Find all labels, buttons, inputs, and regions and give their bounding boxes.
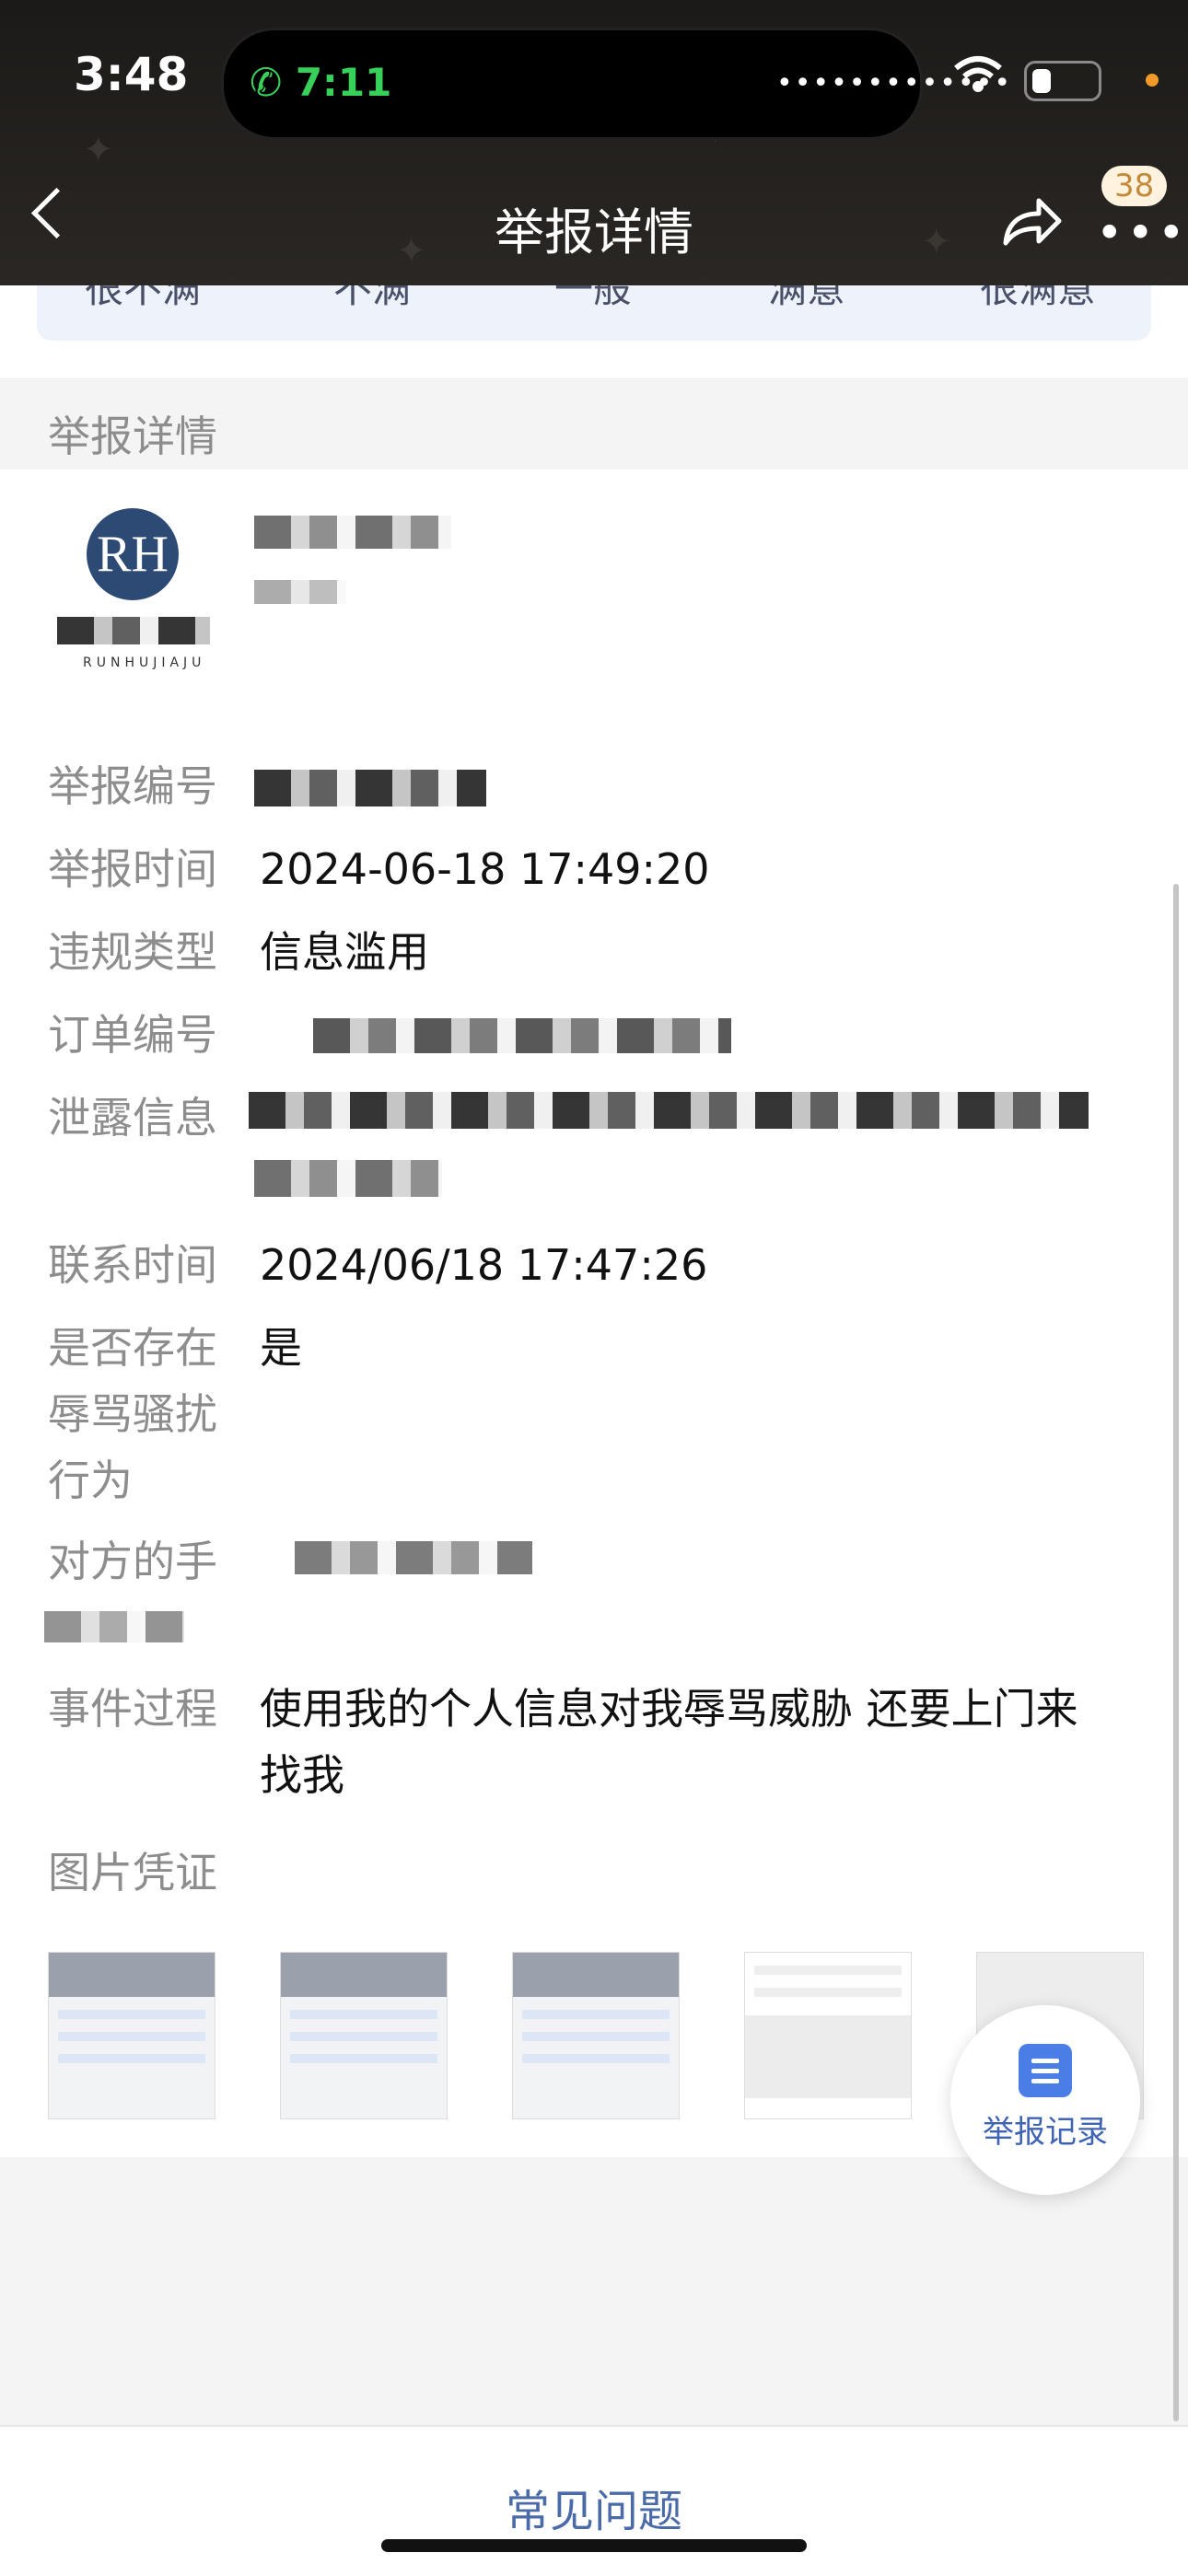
detail-label: 是否存在辱骂骚扰行为 [48,1323,217,1505]
report-time: 2024-06-18 17:49:20 [260,844,710,894]
report-record-label: 举报记录 [983,2114,1108,2151]
faq-link[interactable]: 常见问题 [0,2475,1188,2539]
home-indicator [381,2539,807,2552]
event-description: 使用我的个人信息对我辱骂威胁 还要上门来找我 [260,1684,1078,1800]
call-indicator[interactable]: ✆ 7:11 [250,60,391,105]
report-record-button[interactable]: 举报记录 [950,2005,1140,2195]
wifi-icon [954,56,1002,92]
share-icon[interactable] [1000,193,1065,249]
redacted-phone [44,1611,184,1642]
rating-option[interactable]: 满意 [768,285,845,314]
section-title: 举报详情 [48,412,217,461]
status-time: 3:48 [74,48,189,101]
logo-caption: RUNHUJIAJU [83,656,206,670]
redacted-phone [295,1541,532,1574]
call-time: 7:11 [295,60,392,105]
detail-label: 对方的手 [48,1537,217,1586]
redacted-leaked-info [249,1092,1089,1129]
redacted-report-id [254,770,486,806]
detail-label: 举报编号 [48,761,217,811]
redacted-shop-subtitle [254,580,346,604]
contact-time: 2024/06/18 17:47:26 [260,1240,708,1290]
rating-card: 很不满 不满 一般 满意 很满意 [0,285,1188,377]
harassment-answer: 是 [260,1323,302,1373]
app-header: ✦ ✦ ✦ ✦ 3:48 ✆ 7:11 ••••••••••••• 举报详情 •… [0,0,1188,285]
violation-type: 信息滥用 [260,927,429,977]
notification-badge: 38 [1101,166,1168,206]
redacted-order-id [313,1018,731,1053]
bottom-bar: 常见问题 [0,2425,1188,2576]
rating-option[interactable]: 不满 [333,285,411,314]
more-dots-icon[interactable]: ••• [1096,206,1188,260]
store-logo: RH [87,508,179,600]
rating-option[interactable]: 一般 [554,285,632,314]
dynamic-island: ✆ 7:11 ••••••••••••• [221,28,1010,140]
detail-label: 违规类型 [48,927,217,977]
rating-option[interactable]: 很满意 [980,285,1096,314]
phone-icon: ✆ [250,60,283,105]
detail-label: 举报时间 [48,844,217,894]
detail-label: 联系时间 [48,1240,217,1290]
detail-label: 泄露信息 [48,1093,217,1143]
pattern-star-icon: ✦ [83,129,114,171]
privacy-indicator-dot [1146,74,1159,87]
redacted-leaked-info [254,1160,442,1197]
evidence-title: 图片凭证 [48,1848,217,1897]
scrollbar[interactable] [1173,884,1179,2421]
evidence-image[interactable] [48,1952,215,2119]
rating-strip: 很不满 不满 一般 满意 很满意 [37,285,1151,341]
battery-icon [1024,61,1101,101]
evidence-image[interactable] [744,1952,912,2119]
evidence-image[interactable] [280,1952,448,2119]
detail-label: 订单编号 [48,1010,217,1060]
logo-letters: RH [97,526,169,583]
detail-label: 事件过程 [48,1684,217,1734]
rating-option[interactable]: 很不满 [85,285,201,314]
redacted-store-name [57,617,210,644]
report-details: 举报编号 举报时间 2024-06-18 17:49:20 违规类型 信息滥用 … [0,716,1188,2157]
store-card[interactable]: RH RUNHUJIAJU [0,470,1188,718]
battery-level [1032,69,1051,93]
document-icon [1019,2044,1072,2097]
evidence-image[interactable] [512,1952,680,2119]
redacted-shop-title [254,516,451,549]
